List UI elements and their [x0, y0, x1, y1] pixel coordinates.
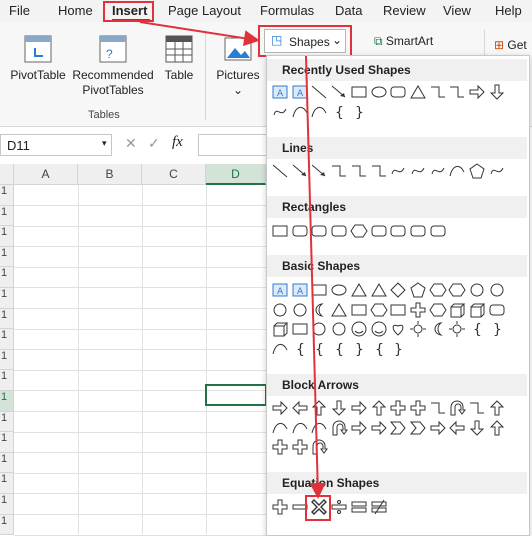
arrow-insert-to-shapes [139, 21, 260, 47]
annotation-arrows [139, 21, 326, 499]
arrow-shapes-to-multiply [305, 55, 326, 499]
grid-line [14, 534, 266, 536]
